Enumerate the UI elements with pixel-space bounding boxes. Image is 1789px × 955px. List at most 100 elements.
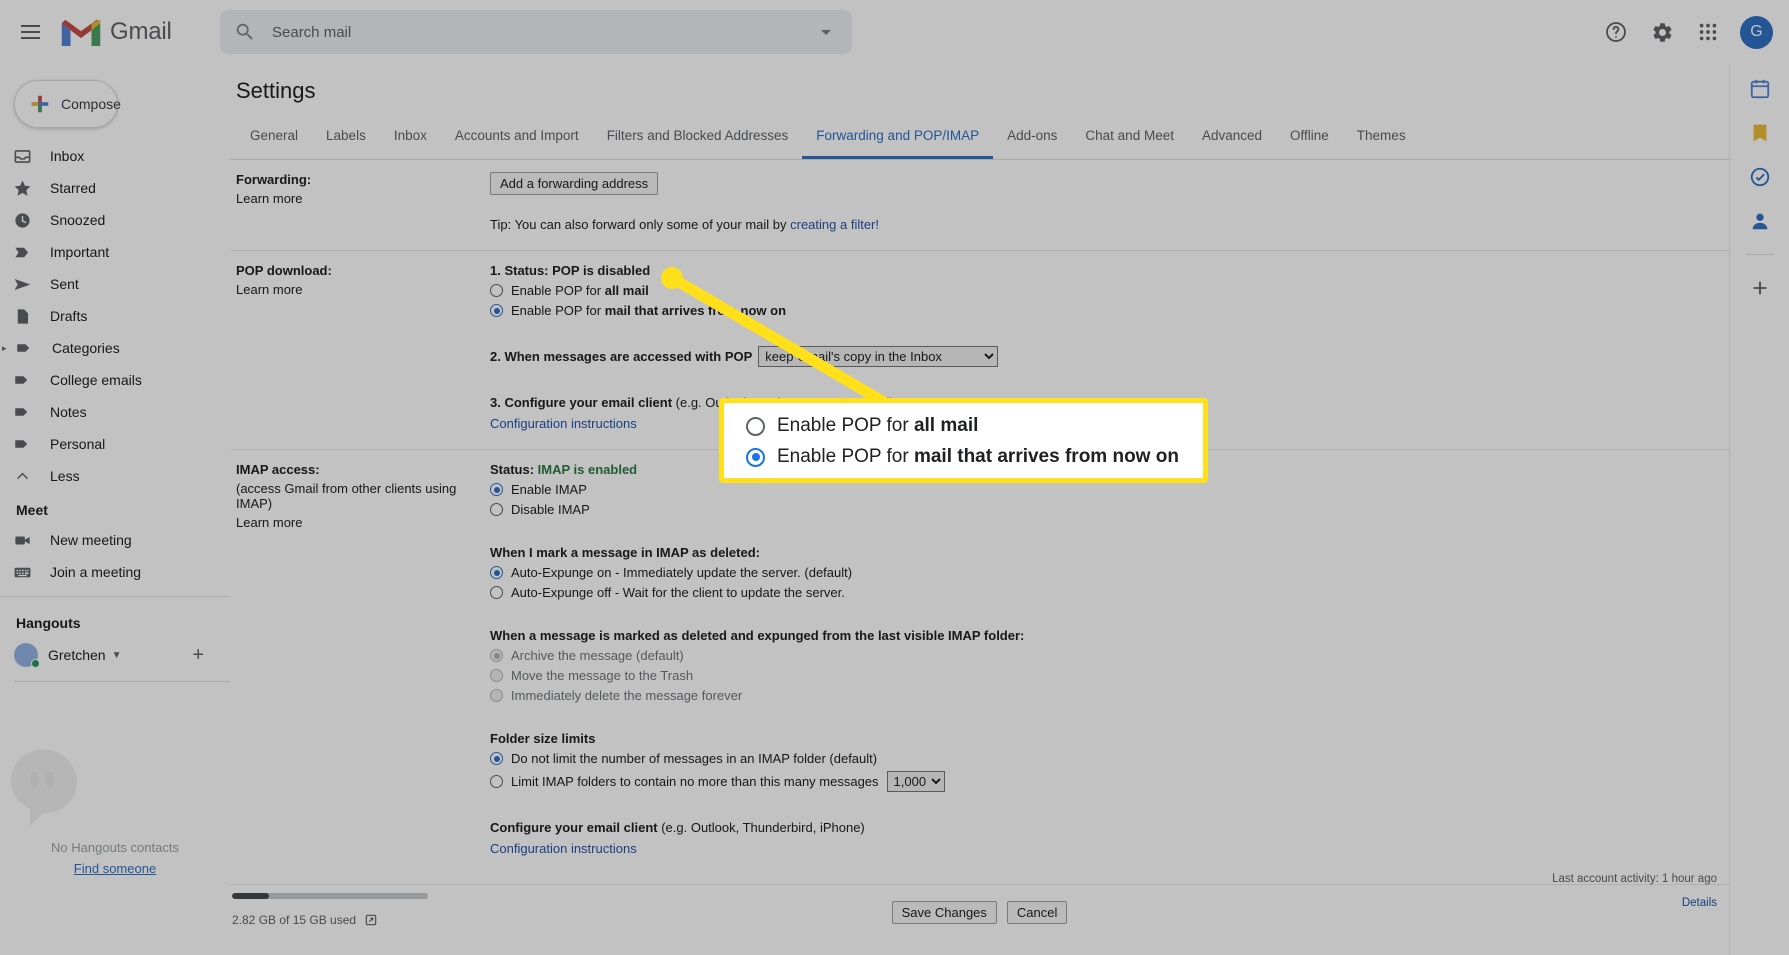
chevron-right-icon[interactable]: ▸ <box>2 343 12 354</box>
imap-deleted-heading: When I mark a message in IMAP as deleted… <box>490 545 760 560</box>
imap-learn-more-link[interactable]: Learn more <box>236 515 476 530</box>
radio-enable-imap[interactable] <box>490 483 503 496</box>
avatar[interactable]: G <box>1740 15 1773 49</box>
google-keep-icon[interactable] <box>1749 122 1771 144</box>
pop-access-action-select[interactable]: keep Gmail's copy in the Inbox <box>758 346 999 367</box>
chevron-up-icon <box>12 466 32 486</box>
creating-a-filter-link[interactable]: creating a filter! <box>790 217 879 232</box>
pop-from-now-option[interactable]: Enable POP for mail that arrives from no… <box>490 303 1729 318</box>
sidebar-item-label: Join a meeting <box>50 564 142 580</box>
find-someone-link[interactable]: Find someone <box>74 861 156 876</box>
search-input[interactable] <box>272 23 814 41</box>
pop-label: POP download: <box>236 263 332 278</box>
callout-all-mail-label: Enable POP for all mail <box>777 415 979 436</box>
sidebar-item-less[interactable]: Less <box>0 460 230 492</box>
save-changes-button[interactable]: Save Changes <box>891 901 997 924</box>
folder-limit-option[interactable]: Limit IMAP folders to contain no more th… <box>490 771 1729 792</box>
search-options-icon[interactable] <box>814 20 838 44</box>
google-contacts-icon[interactable] <box>1749 210 1771 232</box>
plus-icon <box>29 93 51 115</box>
label-icon <box>14 338 34 358</box>
tab-advanced[interactable]: Advanced <box>1188 120 1276 159</box>
sidebar-item-personal[interactable]: Personal <box>0 428 230 460</box>
external-link-icon[interactable] <box>364 913 378 927</box>
search-bar[interactable] <box>220 10 852 54</box>
sidebar-divider-2 <box>14 681 230 682</box>
send-icon <box>12 274 32 294</box>
gear-icon[interactable] <box>1642 12 1682 52</box>
tab-accounts-and-import[interactable]: Accounts and Import <box>441 120 593 159</box>
sidebar-item-drafts[interactable]: Drafts <box>0 300 230 332</box>
google-calendar-icon[interactable] <box>1749 78 1771 100</box>
radio-no-folder-limit[interactable] <box>490 752 503 765</box>
folder-limit-select[interactable]: 1,000 <box>886 771 945 792</box>
sidebar-item-college-emails[interactable]: College emails <box>0 364 230 396</box>
callout-from-now-option[interactable]: Enable POP for mail that arrives from no… <box>746 446 1203 468</box>
imap-configuration-instructions-link[interactable]: Configuration instructions <box>490 841 1729 856</box>
autoexpunge-off-option[interactable]: Auto-Expunge off - Wait for the client t… <box>490 585 1729 600</box>
tab-chat-and-meet[interactable]: Chat and Meet <box>1071 120 1188 159</box>
sidebar-item-join-meeting[interactable]: Join a meeting <box>0 556 230 588</box>
cancel-button[interactable]: Cancel <box>1006 901 1068 924</box>
imap-disable-option[interactable]: Disable IMAP <box>490 502 1729 517</box>
apps-grid-icon[interactable] <box>1688 12 1728 52</box>
settings-action-bar: Save Changes Cancel <box>230 884 1729 924</box>
tab-labels[interactable]: Labels <box>312 120 380 159</box>
tab-offline[interactable]: Offline <box>1276 120 1343 159</box>
main-menu-icon[interactable] <box>6 8 54 56</box>
folder-nolimit-option[interactable]: Do not limit the number of messages in a… <box>490 751 1729 766</box>
radio-autoexpunge-off[interactable] <box>490 586 503 599</box>
account-activity: Last account activity: 1 hour ago Detail… <box>1552 873 1717 909</box>
sidebar-item-new-meeting[interactable]: New meeting <box>0 524 230 556</box>
imap-enable-option[interactable]: Enable IMAP <box>490 482 1729 497</box>
help-icon[interactable] <box>1596 12 1636 52</box>
forwarding-body: Add a forwarding address Tip: You can al… <box>490 160 1729 250</box>
sidebar-item-notes[interactable]: Notes <box>0 396 230 428</box>
radio-autoexpunge-on[interactable] <box>490 566 503 579</box>
sidebar-item-categories[interactable]: ▸ Categories <box>0 332 230 364</box>
pop-all-mail-option[interactable]: Enable POP for all mail <box>490 283 1729 298</box>
label-icon <box>12 370 32 390</box>
sidebar-item-sent[interactable]: Sent <box>0 268 230 300</box>
tab-general[interactable]: General <box>236 120 312 159</box>
gmail-logo[interactable]: Gmail <box>60 16 172 48</box>
folder-nolimit-label: Do not limit the number of messages in a… <box>511 751 878 766</box>
account-details-link[interactable]: Details <box>1552 897 1717 909</box>
label-icon <box>12 402 32 422</box>
radio-move-to-trash <box>490 669 503 682</box>
sidebar-item-starred[interactable]: Starred <box>0 172 230 204</box>
radio-pop-all-mail[interactable] <box>490 284 503 297</box>
radio-callout-pop-from-now[interactable] <box>746 447 765 467</box>
sidebar-item-important[interactable]: Important <box>0 236 230 268</box>
tab-themes[interactable]: Themes <box>1343 120 1420 159</box>
tab-forwarding-and-pop-imap[interactable]: Forwarding and POP/IMAP <box>802 120 994 159</box>
radio-pop-from-now[interactable] <box>490 304 503 317</box>
compose-button[interactable]: Compose <box>14 80 121 128</box>
chevron-down-icon[interactable]: ▼ <box>112 650 122 661</box>
forwarding-learn-more-link[interactable]: Learn more <box>236 191 476 206</box>
autoexpunge-on-option[interactable]: Auto-Expunge on - Immediately update the… <box>490 565 1729 580</box>
label-icon <box>12 434 32 454</box>
pop-learn-more-link[interactable]: Learn more <box>236 282 476 297</box>
sidebar-item-label: College emails <box>50 372 142 388</box>
add-hangout-icon[interactable]: + <box>192 644 204 667</box>
tab-inbox[interactable]: Inbox <box>380 120 441 159</box>
radio-folder-limit[interactable] <box>490 775 503 788</box>
sidebar-item-label: Starred <box>50 180 96 196</box>
add-forwarding-address-button[interactable]: Add a forwarding address <box>490 172 659 195</box>
important-marker-icon <box>12 242 32 262</box>
sidebar-item-inbox[interactable]: Inbox <box>0 140 230 172</box>
tab-filters-and-blocked-addresses[interactable]: Filters and Blocked Addresses <box>593 120 803 159</box>
add-addon-icon[interactable] <box>1749 277 1771 299</box>
expunged-archive-label: Archive the message (default) <box>511 648 684 663</box>
sidebar-item-label: Important <box>50 244 110 260</box>
google-tasks-icon[interactable] <box>1749 166 1771 188</box>
radio-archive-message <box>490 649 503 662</box>
callout-all-mail-option[interactable]: Enable POP for all mail <box>746 415 1203 437</box>
radio-callout-pop-all-mail[interactable] <box>746 416 765 436</box>
sidebar-item-snoozed[interactable]: Snoozed <box>0 204 230 236</box>
hangouts-user-row[interactable]: Gretchen ▼ + <box>0 637 230 673</box>
tab-add-ons[interactable]: Add-ons <box>993 120 1071 159</box>
pop-step3-label: 3. Configure your email client <box>490 395 673 410</box>
radio-disable-imap[interactable] <box>490 503 503 516</box>
